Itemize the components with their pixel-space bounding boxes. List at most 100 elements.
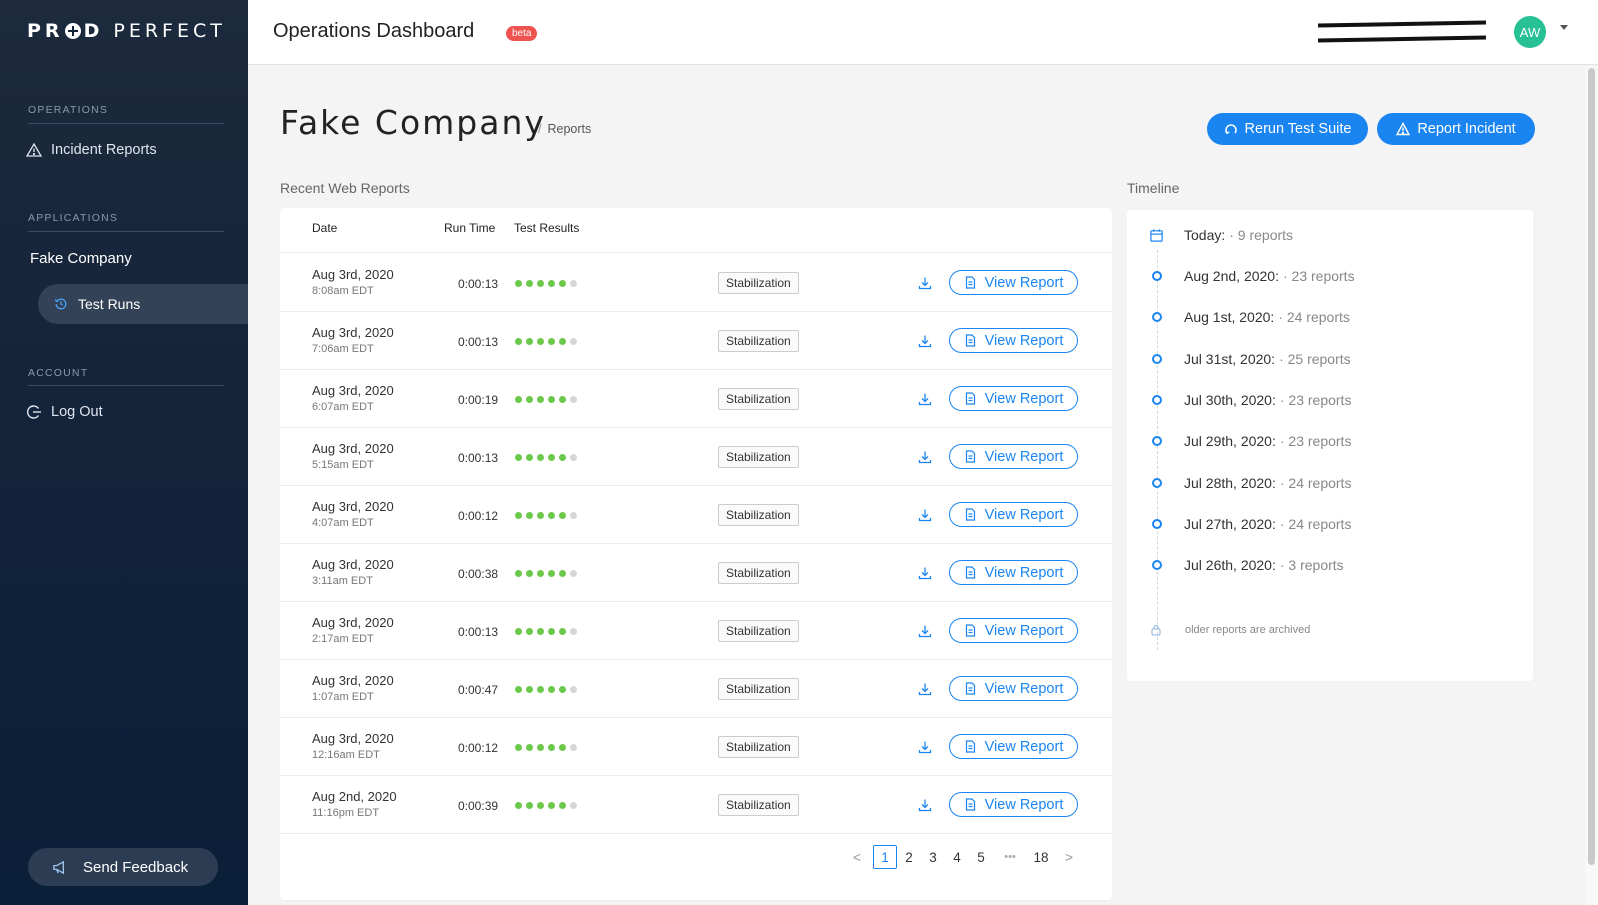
table-row: Aug 3rd, 2020 5:15am EDT 0:00:13 Stabili… bbox=[280, 427, 1112, 486]
beta-badge: beta bbox=[506, 26, 538, 41]
pagination-page[interactable]: 1 bbox=[873, 845, 897, 869]
row-run-time: 0:00:13 bbox=[458, 335, 499, 349]
report-incident-label: Report Incident bbox=[1417, 121, 1516, 137]
timeline-item[interactable]: Jul 30th, 2020: · 23 reports bbox=[1149, 392, 1351, 408]
row-time: 8:08am EDT bbox=[312, 285, 374, 297]
logo-mark-icon bbox=[64, 23, 81, 39]
timeline-item[interactable]: Jul 31st, 2020: · 25 reports bbox=[1149, 351, 1351, 367]
download-icon[interactable] bbox=[918, 798, 932, 812]
pagination-page[interactable]: 18 bbox=[1027, 845, 1055, 869]
row-time: 6:07am EDT bbox=[312, 401, 374, 413]
timeline-item[interactable]: Aug 2nd, 2020: · 23 reports bbox=[1149, 268, 1355, 284]
pagination-page[interactable]: 5 bbox=[969, 845, 993, 869]
sidebar-item-label: Test Runs bbox=[78, 296, 141, 312]
sidebar-item-log-out[interactable]: Log Out bbox=[26, 404, 103, 420]
sidebar-app-name[interactable]: Fake Company bbox=[30, 250, 132, 267]
test-pass-dot bbox=[515, 338, 522, 345]
warning-triangle-icon bbox=[1396, 122, 1411, 136]
pagination-prev[interactable]: < bbox=[845, 845, 869, 869]
download-icon[interactable] bbox=[918, 740, 932, 754]
download-icon[interactable] bbox=[918, 334, 932, 348]
pagination-page[interactable]: 4 bbox=[945, 845, 969, 869]
table-row: Aug 3rd, 2020 2:17am EDT 0:00:13 Stabili… bbox=[280, 601, 1112, 660]
pagination-page[interactable]: 3 bbox=[921, 845, 945, 869]
timeline-item[interactable]: Jul 27th, 2020: · 24 reports bbox=[1149, 516, 1351, 532]
timeline-item-today[interactable]: Today: · 9 reports bbox=[1149, 227, 1293, 243]
download-icon[interactable] bbox=[918, 508, 932, 522]
download-icon[interactable] bbox=[918, 682, 932, 696]
chevron-down-icon[interactable] bbox=[1560, 25, 1568, 30]
send-feedback-button[interactable]: Send Feedback bbox=[28, 848, 218, 886]
row-date: Aug 3rd, 2020 bbox=[312, 325, 394, 340]
test-pass-dot bbox=[537, 338, 544, 345]
row-tag: Stabilization bbox=[718, 794, 799, 816]
timeline-item[interactable]: Aug 1st, 2020: · 24 reports bbox=[1149, 309, 1350, 325]
test-results-dots bbox=[515, 512, 577, 519]
section-label-account: ACCOUNT bbox=[28, 367, 89, 379]
pagination-ellipsis[interactable]: ••• bbox=[993, 845, 1027, 869]
row-run-time: 0:00:12 bbox=[458, 741, 499, 755]
row-run-time: 0:00:13 bbox=[458, 451, 499, 465]
row-date: Aug 3rd, 2020 bbox=[312, 441, 394, 456]
test-pending-dot bbox=[570, 454, 577, 461]
test-pass-dot bbox=[559, 512, 566, 519]
view-report-button[interactable]: View Report bbox=[949, 560, 1078, 585]
test-pending-dot bbox=[570, 396, 577, 403]
pagination-next[interactable]: > bbox=[1057, 845, 1081, 869]
scrollbar-thumb[interactable] bbox=[1588, 68, 1595, 865]
row-date: Aug 3rd, 2020 bbox=[312, 267, 394, 282]
test-pass-dot bbox=[526, 570, 533, 577]
test-pass-dot bbox=[559, 628, 566, 635]
breadcrumb-separator: / bbox=[538, 122, 542, 136]
sidebar-item-label: Log Out bbox=[51, 404, 103, 420]
download-icon[interactable] bbox=[918, 566, 932, 580]
report-incident-button[interactable]: Report Incident bbox=[1377, 113, 1535, 145]
timeline-count: · 9 reports bbox=[1229, 227, 1294, 243]
brand-logo[interactable]: PR D PERFECT bbox=[27, 20, 226, 42]
rerun-test-suite-button[interactable]: Rerun Test Suite bbox=[1207, 113, 1368, 145]
test-pass-dot bbox=[548, 628, 555, 635]
view-report-button[interactable]: View Report bbox=[949, 270, 1078, 295]
timeline-count: · 24 reports bbox=[1278, 309, 1350, 326]
view-report-button[interactable]: View Report bbox=[949, 502, 1078, 527]
row-time: 2:17am EDT bbox=[312, 633, 374, 645]
history-clock-icon bbox=[55, 298, 67, 310]
download-icon[interactable] bbox=[918, 392, 932, 406]
test-pass-dot bbox=[559, 396, 566, 403]
view-report-button[interactable]: View Report bbox=[949, 676, 1078, 701]
document-icon bbox=[965, 334, 975, 347]
view-report-label: View Report bbox=[984, 738, 1064, 755]
row-date: Aug 3rd, 2020 bbox=[312, 383, 394, 398]
row-time: 3:11am EDT bbox=[312, 575, 373, 587]
breadcrumb-reports[interactable]: Reports bbox=[547, 122, 591, 136]
company-title: Fake Company bbox=[280, 103, 546, 142]
document-icon bbox=[965, 682, 975, 695]
test-pass-dot bbox=[526, 396, 533, 403]
view-report-button[interactable]: View Report bbox=[949, 618, 1078, 643]
column-header-date: Date bbox=[312, 221, 338, 235]
test-pending-dot bbox=[570, 338, 577, 345]
sidebar-item-incident-reports[interactable]: Incident Reports bbox=[26, 142, 157, 158]
test-pass-dot bbox=[548, 338, 555, 345]
view-report-button[interactable]: View Report bbox=[949, 734, 1078, 759]
download-icon[interactable] bbox=[918, 624, 932, 638]
view-report-button[interactable]: View Report bbox=[949, 386, 1078, 411]
document-icon bbox=[965, 798, 975, 811]
download-icon[interactable] bbox=[918, 450, 932, 464]
megaphone-icon bbox=[53, 860, 64, 874]
test-pass-dot bbox=[559, 570, 566, 577]
timeline-item[interactable]: Jul 29th, 2020: · 23 reports bbox=[1149, 433, 1351, 449]
test-pass-dot bbox=[526, 454, 533, 461]
timeline-item[interactable]: Jul 28th, 2020: · 24 reports bbox=[1149, 475, 1351, 491]
lock-icon bbox=[1151, 624, 1161, 636]
view-report-button[interactable]: View Report bbox=[949, 792, 1078, 817]
view-report-button[interactable]: View Report bbox=[949, 444, 1078, 469]
test-pass-dot bbox=[548, 686, 555, 693]
avatar[interactable]: AW bbox=[1514, 16, 1546, 48]
view-report-button[interactable]: View Report bbox=[949, 328, 1078, 353]
test-pass-dot bbox=[526, 802, 533, 809]
download-icon[interactable] bbox=[918, 276, 932, 290]
timeline-item[interactable]: Jul 26th, 2020: · 3 reports bbox=[1149, 557, 1344, 573]
sidebar-item-test-runs[interactable]: Test Runs bbox=[38, 284, 248, 324]
pagination-page[interactable]: 2 bbox=[897, 845, 921, 869]
